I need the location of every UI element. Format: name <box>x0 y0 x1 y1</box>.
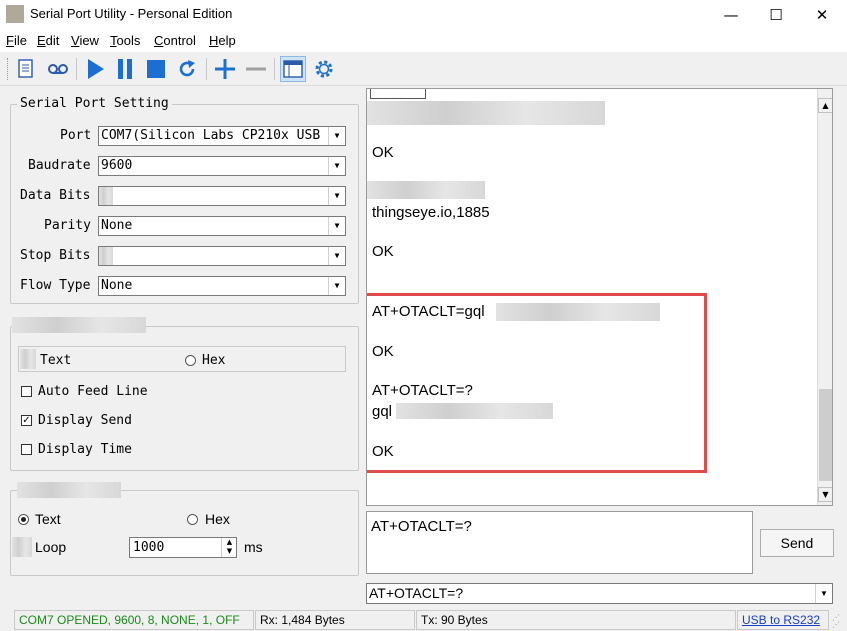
port-select[interactable]: COM7(Silicon Labs CP210x USB ▼ <box>98 126 346 146</box>
send-button[interactable]: Send <box>760 529 834 557</box>
text-radio-redacted[interactable] <box>20 349 36 369</box>
receive-hex-radio[interactable] <box>185 355 196 366</box>
gear-icon[interactable] <box>311 56 337 82</box>
loop-stepper[interactable]: ▲ ▼ <box>221 538 237 557</box>
receive-line: thingseye.io,1885 <box>372 204 490 221</box>
chevron-down-icon: ▼ <box>815 584 832 603</box>
flow-type-label: Flow Type <box>20 278 91 293</box>
send-hex-radio[interactable] <box>187 514 198 525</box>
cassette-icon[interactable] <box>45 56 71 82</box>
redacted-command <box>367 181 485 199</box>
scroll-down-icon[interactable]: ▼ <box>818 487 832 502</box>
window-title: Serial Port Utility - Personal Edition <box>30 6 233 21</box>
partial-line-fragment <box>370 89 426 99</box>
send-setting-title-redacted <box>17 482 121 498</box>
redacted-line <box>367 101 605 125</box>
receive-line: OK <box>372 144 394 161</box>
display-send-label: Display Send <box>38 413 132 428</box>
send-history-select[interactable]: AT+OTACLT=? ▼ <box>366 583 833 604</box>
loop-label: Loop <box>35 539 67 555</box>
data-bits-label: Data Bits <box>20 188 91 203</box>
send-text-radio[interactable] <box>18 514 29 525</box>
loop-unit-label: ms <box>244 539 263 555</box>
toolbar-grip <box>7 58 11 80</box>
stop-bits-select[interactable]: ▼ <box>98 246 346 266</box>
send-hex-label: Hex <box>205 511 230 527</box>
menu-control[interactable]: Control <box>154 33 196 48</box>
stop-icon[interactable] <box>143 56 169 82</box>
serial-port-setting-title: Serial Port Setting <box>17 96 172 111</box>
scrollbar-thumb[interactable] <box>819 389 832 481</box>
stepper-down-icon[interactable]: ▼ <box>222 547 237 556</box>
toolbar-separator <box>274 58 275 80</box>
baudrate-label: Baudrate <box>28 158 91 173</box>
flow-type-select[interactable]: None ▼ <box>98 276 346 296</box>
document-icon[interactable] <box>13 56 39 82</box>
resize-grip-icon[interactable]: ⋰ ⋰ <box>832 614 844 629</box>
highlight-box <box>367 293 707 473</box>
data-bits-select[interactable]: ▼ <box>98 186 346 206</box>
chevron-down-icon: ▼ <box>328 127 345 145</box>
minus-icon[interactable] <box>243 56 269 82</box>
minimize-button[interactable]: — <box>708 0 754 30</box>
chevron-down-icon: ▼ <box>328 247 345 265</box>
parity-select[interactable]: None ▼ <box>98 216 346 236</box>
chevron-down-icon: ▼ <box>328 217 345 235</box>
menu-edit[interactable]: Edit <box>37 33 59 48</box>
loop-checkbox-redacted[interactable] <box>12 537 32 557</box>
stop-bits-label: Stop Bits <box>20 248 91 263</box>
menu-view[interactable]: View <box>71 33 99 48</box>
port-label: Port <box>60 128 92 143</box>
toolbar-separator <box>76 58 77 80</box>
send-text-label: Text <box>35 511 61 527</box>
receive-text-label: Text <box>40 353 72 368</box>
receive-setting-title-redacted <box>12 317 146 333</box>
send-setting-group <box>10 490 359 576</box>
display-time-checkbox[interactable] <box>21 444 32 455</box>
usb-to-rs232-link[interactable]: USB to RS232 <box>737 610 829 630</box>
menu-help[interactable]: Help <box>209 33 236 48</box>
window-icon[interactable] <box>280 56 306 82</box>
auto-feed-line-checkbox[interactable] <box>21 386 32 397</box>
scroll-up-icon[interactable]: ▲ <box>818 98 832 113</box>
close-button[interactable]: ✕ <box>799 0 845 30</box>
pause-icon[interactable] <box>112 56 138 82</box>
redacted-value <box>99 187 113 205</box>
display-send-checkbox[interactable]: ✓ <box>21 415 32 426</box>
status-tx: Tx: 90 Bytes <box>416 610 736 630</box>
parity-label: Parity <box>44 218 91 233</box>
status-connection: COM7 OPENED, 9600, 8, NONE, 1, OFF <box>14 610 254 630</box>
redacted-value <box>99 247 113 265</box>
maximize-button[interactable]: ☐ <box>753 0 799 30</box>
chevron-down-icon: ▼ <box>328 187 345 205</box>
refresh-icon[interactable] <box>174 56 200 82</box>
auto-feed-line-label: Auto Feed Line <box>38 384 148 399</box>
chevron-down-icon: ▼ <box>328 157 345 175</box>
plus-icon[interactable] <box>212 56 238 82</box>
toolbar-separator <box>206 58 207 80</box>
play-icon[interactable] <box>82 56 108 82</box>
menu-tools[interactable]: Tools <box>110 33 140 48</box>
chevron-down-icon: ▼ <box>328 277 345 295</box>
receive-line: OK <box>372 243 394 260</box>
stepper-up-icon[interactable]: ▲ <box>222 538 237 547</box>
display-time-label: Display Time <box>38 442 132 457</box>
receive-hex-label: Hex <box>202 353 226 368</box>
menu-file[interactable]: File <box>6 33 27 48</box>
status-rx: Rx: 1,484 Bytes <box>255 610 415 630</box>
receive-output-area[interactable]: OK thingseye.io,1885 OK AT+OTACLT=gql OK… <box>366 88 833 506</box>
app-icon <box>6 5 24 23</box>
baudrate-select[interactable]: 9600 ▼ <box>98 156 346 176</box>
send-input[interactable]: AT+OTACLT=? <box>366 511 753 574</box>
